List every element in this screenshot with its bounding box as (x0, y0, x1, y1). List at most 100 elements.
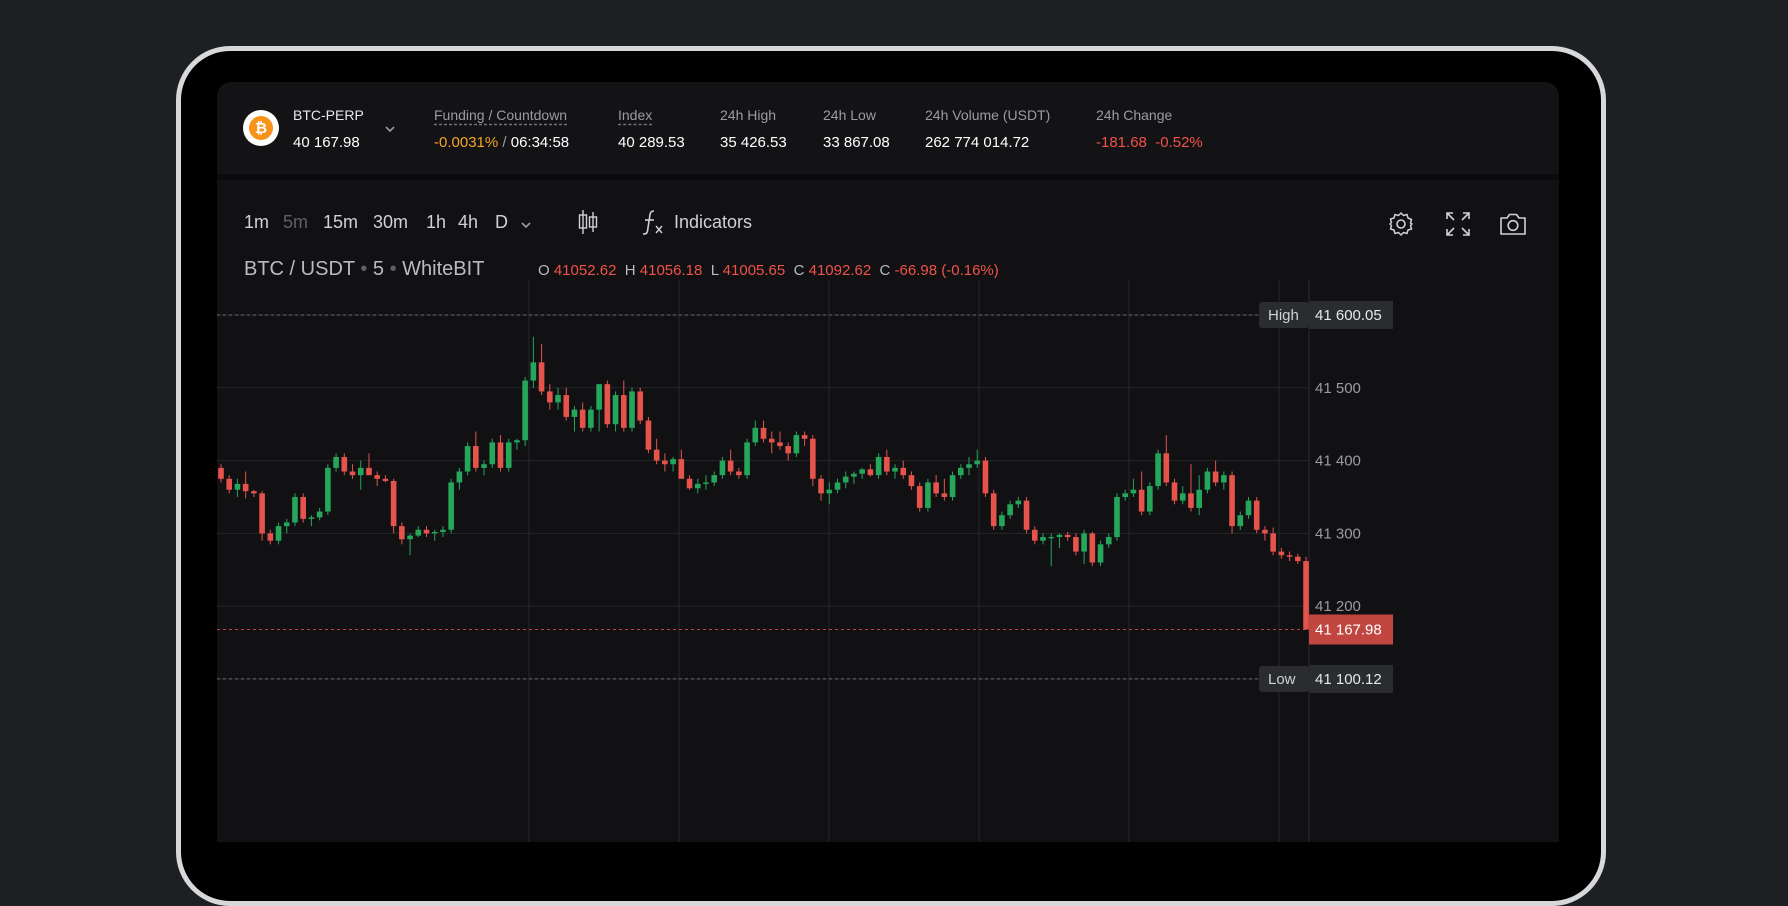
candle-body (547, 391, 553, 403)
candle-body (374, 475, 380, 479)
timeframe-5m[interactable]: 5m (283, 212, 308, 233)
candle-body (530, 362, 537, 381)
volume-label: 24h Volume (USDT) (925, 107, 1051, 123)
market-price: 40 167.98 (293, 134, 360, 151)
candle-body (785, 446, 791, 454)
candle-body (1270, 533, 1276, 552)
chevron-down-icon[interactable] (519, 218, 533, 232)
candle-body (826, 489, 833, 494)
timeframe-1m[interactable]: 1m (244, 212, 269, 233)
fullscreen-icon[interactable] (1444, 210, 1472, 238)
candle-body (1163, 453, 1170, 483)
candle-body (497, 442, 504, 468)
change-label: 24h Change (1096, 107, 1173, 123)
candle-body (1064, 534, 1071, 538)
candle-body (1245, 500, 1252, 516)
timeframe-15m[interactable]: 15m (323, 212, 358, 233)
candle-body (933, 482, 939, 494)
candle-body (571, 409, 578, 417)
candle-body (341, 456, 348, 472)
candle-body (505, 442, 512, 468)
candle-body (259, 493, 265, 534)
candle-body (867, 469, 874, 476)
candle-body (612, 395, 619, 425)
timeframe-4h[interactable]: 4h (458, 212, 478, 233)
candle-body (1171, 482, 1178, 501)
legend-pair: BTC / USDT (244, 258, 355, 280)
candle-body (1221, 475, 1227, 483)
market-symbol[interactable]: BTC-PERP (293, 107, 364, 123)
ohlc-high-label: H (624, 262, 636, 279)
candle-body (1303, 561, 1309, 630)
candle-body (473, 446, 479, 468)
candle-body (999, 515, 1005, 527)
candle-body (1081, 533, 1087, 552)
candle-body (1031, 529, 1038, 541)
change-value: -181.68 -0.52% (1096, 134, 1203, 151)
candle-body (645, 420, 652, 450)
function-icon[interactable] (641, 208, 665, 236)
ohlc-readout: O 41052.62 H 41056.18 L 41005.65 C 41092… (538, 262, 999, 279)
candle-body (859, 469, 865, 474)
index-value: 40 289.53 (618, 134, 685, 151)
candle-body (990, 493, 997, 527)
legend-dot-icon: • (389, 258, 397, 280)
candle-body (801, 435, 808, 439)
candle-body (1015, 500, 1022, 505)
candle-body (637, 391, 644, 421)
index-label[interactable]: Index (618, 107, 652, 123)
candle-body (810, 438, 816, 479)
camera-icon[interactable] (1498, 210, 1528, 238)
candle-body (1073, 537, 1079, 552)
candle-body (875, 456, 882, 476)
legend-dot-icon: • (360, 258, 368, 280)
candle-body (448, 482, 454, 530)
candle-body (407, 535, 413, 540)
candle-body (662, 460, 668, 465)
candle-body (226, 478, 233, 490)
gear-icon[interactable] (1387, 210, 1415, 238)
bitcoin-icon: ₿ (249, 116, 273, 140)
candle-body (1237, 515, 1244, 527)
candle-body (1155, 453, 1161, 487)
volume-value: 262 774 014.72 (925, 134, 1030, 151)
funding-label[interactable]: Funding / Countdown (434, 107, 567, 123)
trading-screen: ₿ BTC-PERP 40 167.98 Funding / Countdown… (217, 82, 1559, 842)
high-marker-label: High (1268, 307, 1299, 324)
candle-body (793, 435, 800, 454)
y-axis-tick-label: 41 500 (1315, 380, 1361, 397)
ohlc-open-value: 41052.62 (553, 262, 617, 279)
timeframe-30m[interactable]: 30m (373, 212, 408, 233)
y-axis-tick-label: 41 200 (1315, 598, 1361, 615)
candle-body (1138, 489, 1145, 512)
indicators-button[interactable]: Indicators (674, 212, 752, 233)
last-price-value: 41 167.98 (1315, 622, 1382, 639)
candle-body (752, 427, 759, 443)
candle-body (1097, 544, 1104, 563)
ohlc-high-value: 41056.18 (639, 262, 703, 279)
low-marker-label: Low (1268, 671, 1296, 688)
candle-body (489, 442, 496, 465)
price-chart[interactable]: 41 60041 50041 40041 30041 20041 100High… (217, 280, 1559, 842)
candle-body (267, 533, 274, 541)
candle-body (842, 476, 849, 483)
candle-body (1089, 533, 1096, 563)
funding-countdown: 06:34:58 (510, 134, 570, 151)
candle-body (1007, 504, 1013, 516)
ohlc-change-label: C (879, 262, 891, 279)
chevron-down-icon[interactable] (383, 122, 397, 136)
candle-body (686, 478, 693, 489)
timeframe-1h[interactable]: 1h (426, 212, 446, 233)
high-value: 35 426.53 (720, 134, 787, 151)
candle-body (481, 464, 487, 468)
candle-body (974, 460, 981, 465)
candle-body (653, 449, 660, 461)
change-pct: -0.52% (1155, 134, 1203, 151)
high-marker-value: 41 600.05 (1315, 307, 1382, 324)
candle-body (736, 471, 742, 476)
timeframe-d[interactable]: D (495, 212, 508, 233)
candle-body (670, 459, 676, 465)
candle-body (982, 460, 989, 494)
candles-icon[interactable] (577, 208, 599, 236)
candle-body (1040, 537, 1046, 541)
